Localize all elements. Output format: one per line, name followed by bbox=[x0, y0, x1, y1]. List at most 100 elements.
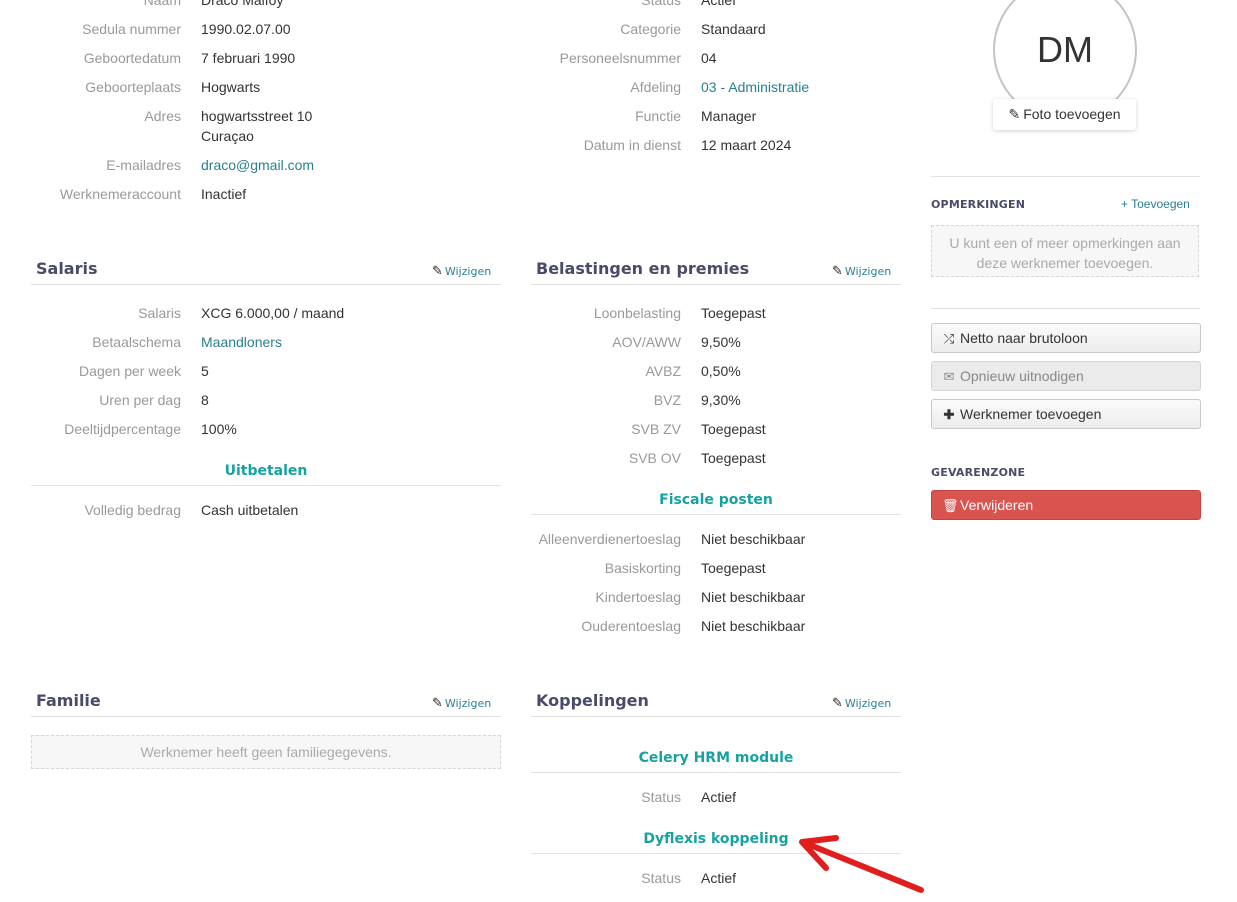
label-uren-per-dag: Uren per dag bbox=[99, 392, 181, 408]
reinvite-label: Opnieuw uitnodigen bbox=[960, 368, 1084, 384]
add-photo-button[interactable]: ✎ Foto toevoegen bbox=[993, 99, 1136, 130]
divider bbox=[31, 716, 501, 717]
reinvite-button[interactable]: ✉ Opnieuw uitnodigen bbox=[931, 361, 1201, 391]
label-svb-ov: SVB OV bbox=[628, 450, 681, 466]
pencil-icon: ✎ bbox=[832, 696, 843, 711]
familie-title: Familie bbox=[36, 691, 101, 710]
label-volledig-bedrag: Volledig bedrag bbox=[84, 502, 181, 518]
label-sedula: Sedula nummer bbox=[82, 21, 181, 37]
value-basiskorting: Toegepast bbox=[701, 560, 766, 576]
label-salaris: Salaris bbox=[138, 305, 181, 321]
pencil-icon: ✎ bbox=[432, 264, 443, 279]
label-ouderentoeslag: Ouderentoeslag bbox=[581, 618, 681, 634]
celery-hrm-title: Celery HRM module bbox=[638, 750, 794, 766]
divider bbox=[931, 308, 1200, 309]
label-geboorteplaats: Geboorteplaats bbox=[85, 79, 181, 95]
value-categorie: Standaard bbox=[701, 21, 766, 37]
value-svb-zv: Toegepast bbox=[701, 421, 766, 437]
belastingen-edit-link[interactable]: ✎ Wijzigen bbox=[832, 264, 891, 279]
label-dyflexis-status: Status bbox=[641, 870, 681, 886]
value-deeltijdpercentage: 100% bbox=[201, 421, 237, 437]
salaris-edit-label: Wijzigen bbox=[444, 265, 492, 278]
label-celery-status: Status bbox=[641, 789, 681, 805]
danger-zone-heading: GEVARENZONE bbox=[931, 466, 1026, 479]
label-avbz: AVBZ bbox=[645, 363, 681, 379]
remarks-heading: OPMERKINGEN bbox=[931, 198, 1026, 211]
label-functie: Functie bbox=[635, 108, 681, 124]
afdeling-link[interactable]: 03 - Administratie bbox=[701, 79, 809, 95]
label-afdeling: Afdeling bbox=[630, 79, 681, 95]
label-betaalschema: Betaalschema bbox=[92, 334, 181, 350]
pencil-icon: ✎ bbox=[1008, 106, 1021, 122]
label-aov-aww: AOV/AWW bbox=[612, 334, 681, 350]
envelope-icon: ✉ bbox=[943, 369, 955, 384]
label-basiskorting: Basiskorting bbox=[604, 560, 681, 576]
value-geboorteplaats: Hogwarts bbox=[201, 79, 261, 95]
divider bbox=[31, 284, 501, 285]
koppelingen-edit-link[interactable]: ✎ Wijzigen bbox=[832, 696, 891, 711]
uitbetalen-title: Uitbetalen bbox=[224, 463, 308, 479]
value-functie: Manager bbox=[701, 108, 757, 124]
value-svb-ov: Toegepast bbox=[701, 450, 766, 466]
add-remark-link[interactable]: + Toevoegen bbox=[1121, 197, 1190, 211]
label-dagen-per-week: Dagen per week bbox=[79, 363, 181, 379]
value-uren-per-dag: 8 bbox=[201, 392, 209, 408]
divider bbox=[531, 772, 901, 773]
divider bbox=[931, 176, 1200, 177]
value-personeelsnummer: 04 bbox=[701, 50, 717, 66]
value-naam: Draco Malfoy bbox=[201, 0, 284, 8]
value-alleenverdienertoeslag: Niet beschikbaar bbox=[701, 531, 806, 547]
familie-edit-label: Wijzigen bbox=[444, 697, 492, 710]
value-ouderentoeslag: Niet beschikbaar bbox=[701, 618, 806, 634]
label-personeelsnummer: Personeelsnummer bbox=[559, 50, 681, 66]
label-adres: Adres bbox=[144, 108, 181, 124]
shuffle-icon: ⤮ bbox=[943, 331, 955, 346]
annotation-arrow-icon bbox=[799, 835, 924, 893]
netto-bruto-button[interactable]: ⤮ Netto naar brutoloon bbox=[931, 323, 1201, 353]
value-volledig-bedrag: Cash uitbetalen bbox=[201, 502, 299, 518]
label-email: E-mailadres bbox=[106, 157, 181, 173]
email-link[interactable]: draco@gmail.com bbox=[201, 157, 314, 173]
familie-edit-link[interactable]: ✎ Wijzigen bbox=[432, 696, 491, 711]
label-werknemeraccount: Werknemeraccount bbox=[59, 186, 181, 202]
pencil-icon: ✎ bbox=[832, 264, 843, 279]
label-status: Status bbox=[641, 0, 681, 8]
value-werknemeraccount: Inactief bbox=[201, 186, 247, 202]
add-employee-label: Werknemer toevoegen bbox=[960, 406, 1102, 422]
value-aov-aww: 9,50% bbox=[701, 334, 741, 350]
label-svb-zv: SVB ZV bbox=[631, 421, 681, 437]
value-dagen-per-week: 5 bbox=[201, 363, 209, 379]
value-celery-status: Actief bbox=[701, 789, 737, 805]
label-loonbelasting: Loonbelasting bbox=[593, 305, 681, 321]
value-kindertoeslag: Niet beschikbaar bbox=[701, 589, 806, 605]
avatar-initials: DM bbox=[1037, 29, 1093, 70]
belastingen-title: Belastingen en premies bbox=[536, 259, 750, 278]
delete-label: Verwijderen bbox=[960, 497, 1034, 513]
divider bbox=[531, 716, 901, 717]
fiscale-posten-title: Fiscale posten bbox=[659, 492, 773, 508]
value-adres-line1: hogwartsstreet 10 bbox=[201, 108, 313, 124]
salaris-edit-link[interactable]: ✎ Wijzigen bbox=[432, 264, 491, 279]
netto-bruto-label: Netto naar brutoloon bbox=[960, 330, 1088, 346]
label-datum-in-dienst: Datum in dienst bbox=[583, 137, 681, 153]
betaalschema-link[interactable]: Maandloners bbox=[201, 334, 282, 350]
value-geboortedatum: 7 februari 1990 bbox=[201, 50, 296, 66]
label-kindertoeslag: Kindertoeslag bbox=[595, 589, 681, 605]
koppelingen-title: Koppelingen bbox=[536, 691, 649, 710]
value-datum-in-dienst: 12 maart 2024 bbox=[701, 137, 792, 153]
value-status: Actief bbox=[701, 0, 737, 8]
add-employee-button[interactable]: ✚ Werknemer toevoegen bbox=[931, 399, 1201, 429]
salaris-title: Salaris bbox=[36, 259, 98, 278]
delete-button[interactable]: 🗑Verwijderen bbox=[931, 490, 1201, 520]
label-bvz: BVZ bbox=[653, 392, 681, 408]
divider bbox=[31, 485, 501, 486]
label-geboortedatum: Geboortedatum bbox=[83, 50, 181, 66]
familie-empty-state: Werknemer heeft geen familiegegevens. bbox=[31, 735, 501, 769]
add-photo-label: Foto toevoegen bbox=[1023, 106, 1121, 122]
divider bbox=[531, 284, 901, 285]
label-alleenverdienertoeslag: Alleenverdienertoeslag bbox=[538, 531, 681, 547]
label-deeltijdpercentage: Deeltijdpercentage bbox=[64, 421, 181, 437]
plus-icon: ✚ bbox=[943, 407, 955, 422]
label-naam: Naam bbox=[143, 0, 181, 8]
value-sedula: 1990.02.07.00 bbox=[201, 21, 291, 37]
